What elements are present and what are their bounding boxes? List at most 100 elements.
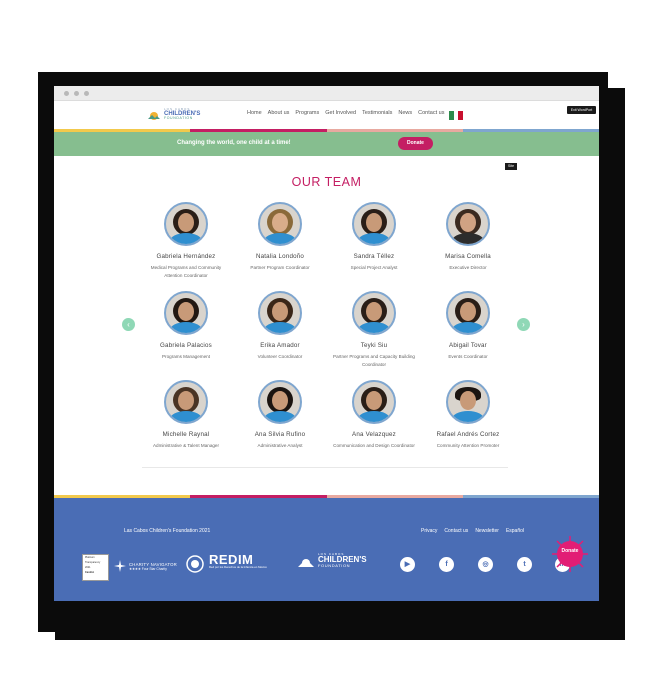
member-role: Programs Management bbox=[161, 354, 210, 359]
team-member: Abigail Tovar Events Coordinator bbox=[421, 291, 515, 361]
team-member: Sandra Téllez Special Project Analyst bbox=[327, 202, 421, 272]
charity-navigator-logo[interactable]: CHARITY NAVIGATOR ★★★★ Four Star Charity bbox=[114, 560, 177, 572]
window-dot[interactable] bbox=[74, 90, 79, 96]
site-header: LOS CABOS CHILDREN'S FOUNDATION Home Abo… bbox=[54, 101, 599, 129]
donate-button[interactable]: Donate bbox=[398, 137, 433, 150]
team-member: Gabriela Palacios Programs Management bbox=[139, 291, 233, 361]
site-logo[interactable]: LOS CABOS CHILDREN'S FOUNDATION bbox=[147, 108, 200, 121]
window-dot[interactable] bbox=[64, 90, 69, 96]
team-member: Erika Amador Volunteer Coordinator bbox=[233, 291, 327, 361]
footer-links: Privacy Contact us Newsletter Español bbox=[421, 528, 524, 534]
avatar bbox=[446, 202, 490, 246]
main-nav: Home About us Programs Get Involved Test… bbox=[247, 110, 444, 116]
team-member: Natalia Londoño Partner Program Coordina… bbox=[233, 202, 327, 272]
member-role: Communication and Design Coordinator bbox=[333, 443, 415, 448]
page-title: OUR TEAM bbox=[291, 175, 362, 189]
nav-programs[interactable]: Programs bbox=[295, 110, 319, 116]
foundation-footer-logo[interactable]: LOS CABOS CHILDREN'S FOUNDATION bbox=[297, 553, 367, 568]
copyright-text: Las Cabos Children's Foundation 2021 bbox=[124, 528, 211, 534]
avatar bbox=[258, 291, 302, 335]
mexico-flag-icon[interactable] bbox=[449, 111, 464, 120]
floating-donate-label: Donate bbox=[561, 548, 579, 554]
carousel-prev-button[interactable]: ‹ bbox=[122, 318, 135, 331]
team-member: Gabriela Hernández Medical Programs and … bbox=[139, 202, 233, 280]
member-name: Erika Amador bbox=[260, 342, 300, 349]
nav-about[interactable]: About us bbox=[268, 110, 290, 116]
member-role: Administrative & Talent Manager bbox=[152, 443, 220, 448]
member-name: Natalia Londoño bbox=[255, 253, 305, 260]
footer-link-espanol[interactable]: Español bbox=[506, 528, 524, 534]
avatar bbox=[446, 291, 490, 335]
seal-line: Candid. bbox=[85, 571, 95, 574]
backdrop-frame-bottom bbox=[55, 600, 625, 640]
window-dot[interactable] bbox=[84, 90, 89, 96]
footer-link-contact[interactable]: Contact us bbox=[444, 528, 468, 534]
member-name: Ana Velazquez bbox=[352, 431, 396, 438]
browser-window: LOS CABOS CHILDREN'S FOUNDATION Home Abo… bbox=[54, 86, 599, 601]
team-member: Ana Velazquez Communication and Design C… bbox=[327, 380, 421, 450]
footer-link-newsletter[interactable]: Newsletter bbox=[475, 528, 499, 534]
member-role: Volunteer Coordinator bbox=[257, 354, 303, 359]
team-member: Teyki Siu Partner Programs and Capacity … bbox=[327, 291, 421, 369]
nav-get-involved[interactable]: Get Involved bbox=[325, 110, 356, 116]
avatar bbox=[164, 380, 208, 424]
nav-home[interactable]: Home bbox=[247, 110, 262, 116]
footer-link-privacy[interactable]: Privacy bbox=[421, 528, 437, 534]
charity-navigator-name: CHARITY NAVIGATOR bbox=[129, 561, 177, 567]
tagline-text: Changing the world, one child at a time! bbox=[177, 140, 291, 146]
compass-icon bbox=[114, 560, 126, 572]
exit-button[interactable]: Exit WordPort bbox=[567, 106, 596, 114]
guidestar-seal[interactable]: Platinum Transparency 2021 Candid. bbox=[82, 554, 109, 581]
donate-circle bbox=[557, 541, 583, 567]
member-name: Sandra Téllez bbox=[353, 253, 395, 260]
site-footer: Las Cabos Children's Foundation 2021 Pri… bbox=[54, 498, 599, 601]
facebook-icon[interactable]: f bbox=[439, 557, 454, 572]
avatar bbox=[352, 380, 396, 424]
member-name: Michelle Raynal bbox=[162, 431, 210, 438]
avatar bbox=[446, 380, 490, 424]
instagram-icon[interactable]: ◎ bbox=[478, 557, 493, 572]
floating-donate-button[interactable]: Donate bbox=[552, 536, 588, 572]
site-badge[interactable]: Site bbox=[505, 163, 517, 170]
nav-testimonials[interactable]: Testimonials bbox=[362, 110, 392, 116]
twitter-icon[interactable]: t bbox=[517, 557, 532, 572]
member-role: Community Attention Promoter bbox=[436, 443, 500, 448]
tagline-banner: Changing the world, one child at a time!… bbox=[54, 132, 599, 156]
logo-sun-icon bbox=[148, 111, 160, 120]
logo-text: LOS CABOS CHILDREN'S FOUNDATION bbox=[164, 108, 200, 121]
team-member: Marisa Comella Executive Director bbox=[421, 202, 515, 272]
member-role: Special Project Analyst bbox=[350, 265, 398, 270]
carousel-next-button[interactable]: › bbox=[517, 318, 530, 331]
avatar bbox=[164, 202, 208, 246]
youtube-icon[interactable]: ▶ bbox=[400, 557, 415, 572]
member-name: Gabriela Palacios bbox=[160, 342, 212, 349]
member-name: Gabriela Hernández bbox=[156, 253, 216, 260]
member-name: Ana Silvia Rufino bbox=[254, 431, 306, 438]
browser-chrome bbox=[54, 86, 599, 101]
team-member: Michelle Raynal Administrative & Talent … bbox=[139, 380, 233, 450]
avatar bbox=[258, 202, 302, 246]
logo-line3: FOUNDATION bbox=[164, 116, 193, 120]
footer-logo-text: LOS CABOS CHILDREN'S FOUNDATION bbox=[318, 553, 367, 568]
charity-navigator-rating: ★★★★ Four Star Charity bbox=[129, 566, 167, 571]
footer-logo-line3: FOUNDATION bbox=[318, 563, 351, 568]
team-member: Rafael Andrés Cortez Community Attention… bbox=[421, 380, 515, 450]
nav-contact[interactable]: Contact us bbox=[418, 110, 444, 116]
member-name: Abigail Tovar bbox=[449, 342, 487, 349]
section-divider bbox=[142, 467, 508, 468]
member-name: Marisa Comella bbox=[445, 253, 491, 260]
redim-logo[interactable]: REDIM Red por los Derechos de la Infanci… bbox=[209, 553, 267, 570]
avatar bbox=[352, 291, 396, 335]
member-role: Executive Director bbox=[449, 265, 487, 270]
nav-news[interactable]: News bbox=[398, 110, 412, 116]
member-role: Medical Programs and Community Attention… bbox=[150, 265, 222, 278]
avatar bbox=[352, 202, 396, 246]
avatar bbox=[164, 291, 208, 335]
team-member: Ana Silvia Rufino Administrative Analyst bbox=[233, 380, 327, 450]
partner-circle-icon[interactable] bbox=[186, 555, 204, 573]
member-name: Teyki Siu bbox=[360, 342, 388, 349]
member-name: Rafael Andrés Cortez bbox=[436, 431, 500, 438]
member-role: Administrative Analyst bbox=[257, 443, 303, 448]
backdrop-frame-right bbox=[603, 88, 625, 624]
avatar bbox=[258, 380, 302, 424]
